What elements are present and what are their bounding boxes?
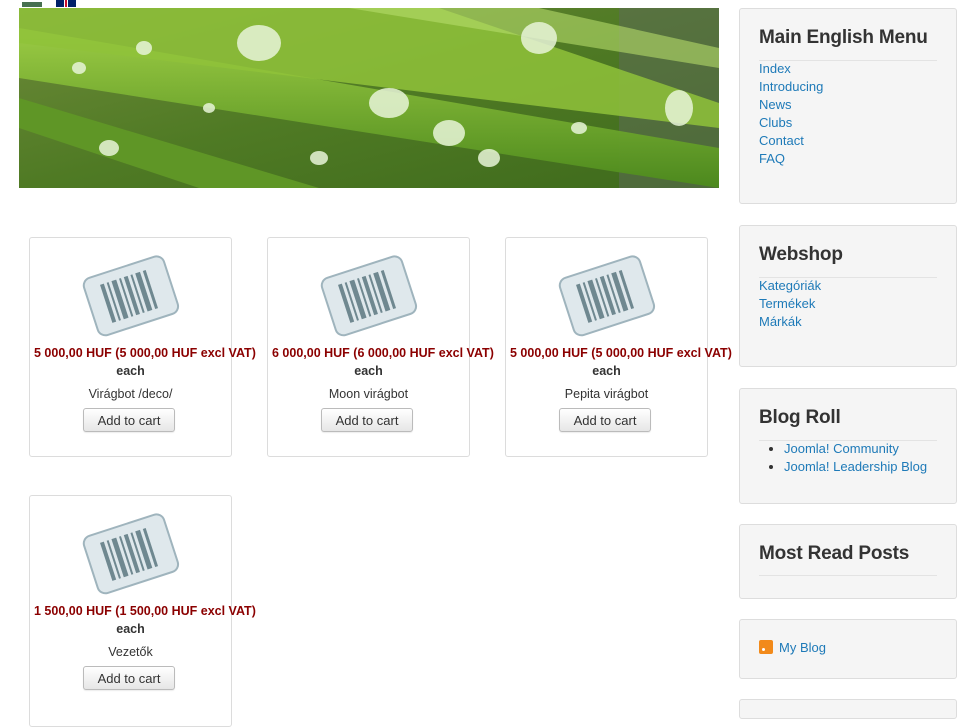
product-unit: each	[354, 364, 383, 378]
menu-link[interactable]: Termékek	[759, 296, 815, 311]
most-read-module: Most Read Posts	[739, 524, 957, 599]
barcode-icon	[320, 255, 418, 337]
menu-item-index[interactable]: Index	[759, 60, 823, 78]
product-name[interactable]: Vezetők	[30, 645, 231, 659]
module-title: Webshop	[759, 244, 843, 265]
product-unit: each	[116, 622, 145, 636]
module-title: Main English Menu	[759, 27, 928, 48]
add-to-cart-button[interactable]: Add to cart	[321, 408, 413, 432]
menu-item-faq[interactable]: FAQ	[759, 150, 823, 168]
webshop-item-categories[interactable]: Kategóriák	[759, 277, 821, 295]
product-card[interactable]: 5 000,00 HUF (5 000,00 HUF excl VAT) eac…	[29, 237, 256, 457]
product-name[interactable]: Pepita virágbot	[506, 387, 707, 401]
blog-link[interactable]: Joomla! Leadership Blog	[784, 459, 927, 474]
product-card[interactable]: 5 000,00 HUF (5 000,00 HUF excl VAT) eac…	[505, 237, 732, 457]
language-switcher	[22, 0, 76, 7]
webshop-item-products[interactable]: Termékek	[759, 295, 821, 313]
blog-roll-item[interactable]: Joomla! Leadership Blog	[784, 458, 927, 476]
product-price: 6 000,00 HUF (6 000,00 HUF excl VAT)	[272, 346, 494, 360]
menu-link[interactable]: Introducing	[759, 79, 823, 94]
menu-link[interactable]: Index	[759, 61, 791, 76]
header-banner-image	[19, 8, 719, 188]
rss-icon	[759, 640, 773, 654]
product-unit: each	[116, 364, 145, 378]
en-flag-icon[interactable]	[56, 0, 76, 7]
module-title: Most Read Posts	[759, 543, 910, 564]
menu-item-contact[interactable]: Contact	[759, 132, 823, 150]
menu-item-clubs[interactable]: Clubs	[759, 114, 823, 132]
main-menu-module: Main English Menu Index Introducing News…	[739, 8, 957, 204]
barcode-icon	[558, 255, 656, 337]
blog-roll-module: Blog Roll Joomla! Community Joomla! Lead…	[739, 388, 957, 504]
product-name[interactable]: Moon virágbot	[268, 387, 469, 401]
product-price: 1 500,00 HUF (1 500,00 HUF excl VAT)	[34, 604, 256, 618]
menu-link[interactable]: Contact	[759, 133, 804, 148]
webshop-module: Webshop Kategóriák Termékek Márkák	[739, 225, 957, 367]
sidebar-module-partial	[739, 699, 957, 719]
barcode-icon	[82, 513, 180, 595]
product-card[interactable]: 1 500,00 HUF (1 500,00 HUF excl VAT) eac…	[29, 495, 256, 727]
menu-link[interactable]: Clubs	[759, 115, 792, 130]
menu-link[interactable]: Kategóriák	[759, 278, 821, 293]
add-to-cart-button[interactable]: Add to cart	[559, 408, 651, 432]
product-unit: each	[592, 364, 621, 378]
menu-item-news[interactable]: News	[759, 96, 823, 114]
menu-link[interactable]: Márkák	[759, 314, 802, 329]
product-name[interactable]: Virágbot /deco/	[30, 387, 231, 401]
hu-flag-icon[interactable]	[22, 0, 42, 7]
product-price: 5 000,00 HUF (5 000,00 HUF excl VAT)	[34, 346, 256, 360]
my-blog-link[interactable]: My Blog	[779, 640, 826, 655]
feed-module: My Blog	[739, 619, 957, 679]
webshop-list: Kategóriák Termékek Márkák	[759, 277, 821, 331]
barcode-icon	[82, 255, 180, 337]
divider	[759, 575, 937, 576]
feed-link-row[interactable]: My Blog	[759, 640, 826, 655]
blog-roll-item[interactable]: Joomla! Community	[784, 440, 927, 458]
product-card[interactable]: 6 000,00 HUF (6 000,00 HUF excl VAT) eac…	[267, 237, 494, 457]
menu-item-introducing[interactable]: Introducing	[759, 78, 823, 96]
product-price: 5 000,00 HUF (5 000,00 HUF excl VAT)	[510, 346, 732, 360]
add-to-cart-button[interactable]: Add to cart	[83, 666, 175, 690]
blog-roll-list: Joomla! Community Joomla! Leadership Blo…	[784, 440, 927, 476]
add-to-cart-button[interactable]: Add to cart	[83, 408, 175, 432]
blog-link[interactable]: Joomla! Community	[784, 441, 899, 456]
menu-link[interactable]: News	[759, 97, 792, 112]
menu-link[interactable]: FAQ	[759, 151, 785, 166]
main-menu-list: Index Introducing News Clubs Contact FAQ	[759, 60, 823, 168]
webshop-item-brands[interactable]: Márkák	[759, 313, 821, 331]
module-title: Blog Roll	[759, 407, 841, 428]
